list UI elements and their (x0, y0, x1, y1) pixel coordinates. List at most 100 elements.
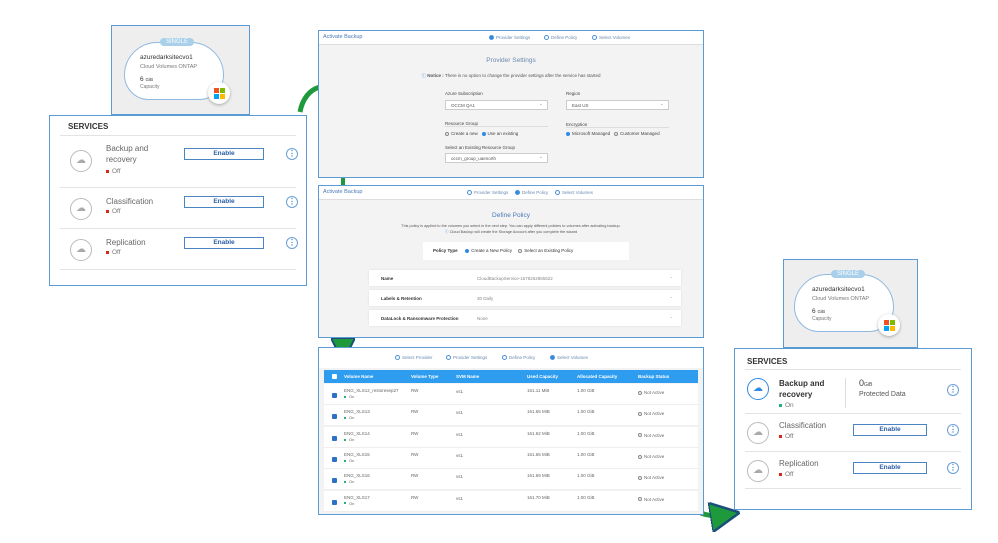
more-options-icon[interactable]: ⋮ (947, 384, 959, 396)
existing-policy-radio[interactable]: Select an Existing Policy (518, 248, 573, 253)
chevron-down-icon[interactable]: ⌄ (669, 294, 673, 300)
more-options-icon[interactable]: ⋮ (286, 148, 298, 160)
enable-button[interactable]: Enable (184, 148, 264, 160)
more-options-icon[interactable]: ⋮ (947, 424, 959, 436)
backup-status: Not Active (644, 390, 665, 395)
row-checkbox[interactable] (332, 456, 337, 462)
backup-status: Not Active (644, 475, 665, 481)
row-checkbox[interactable] (332, 435, 337, 441)
enable-button[interactable]: Enable (853, 462, 927, 474)
table-row[interactable]: ENG_XLS16 On RW vs1 161.69 MiB 1.00 GiB … (324, 469, 698, 491)
service-classification: ☁ Classification Off Enable ⋮ (745, 413, 961, 451)
single-badge: SINGLE (160, 38, 195, 46)
chevron-down-icon[interactable]: ⌄ (669, 314, 673, 320)
table-row[interactable]: ENG_XLS14 On RW vs1 161.62 MiB 1.00 GiB … (324, 426, 698, 448)
volume-type: RW (411, 473, 419, 479)
policy-accordion-row[interactable]: DataLock & Ransomware Protection None ⌄ (369, 310, 681, 326)
row-checkbox[interactable] (332, 393, 337, 398)
provider-settings-panel: Activate Backup Provider Settings Define… (318, 30, 704, 178)
volume-name: ENG_XLS12_restoresep27 (344, 388, 399, 393)
more-options-icon[interactable]: ⋮ (286, 237, 298, 249)
row-checkbox[interactable] (332, 499, 337, 505)
volume-name: ENG_XLS15 (344, 451, 370, 457)
backup-icon: ☁ (747, 378, 769, 400)
more-options-icon[interactable]: ⋮ (947, 462, 959, 474)
capacity-unit: GiB (817, 309, 825, 314)
table-row[interactable]: ENG_XLS17 On RW vs1 161.70 MiB 1.00 GiB … (324, 490, 698, 512)
service-backup-and-recovery: ☁ Backup and recovery On 0GiB Protected … (745, 369, 961, 413)
volume-type: RW (411, 430, 419, 436)
volume-state: On (349, 500, 355, 506)
volume-name: ENG_XLS13 (344, 409, 370, 415)
env-type: Cloud Volumes ONTAP (140, 64, 198, 70)
step-provider-settings[interactable]: Provider Settings (467, 190, 508, 196)
region-select[interactable]: East US (566, 100, 669, 110)
volume-state: On (349, 457, 355, 463)
page-title: Define Policy (492, 212, 530, 219)
enc-microsoft-radio[interactable]: Microsoft Managed (566, 131, 610, 136)
policy-accordion-row[interactable]: Name CloudBackupService-1678252865522 ⌄ (369, 270, 681, 286)
services-panel-before: SERVICES ☁ Backup and recovery Off Enabl… (49, 115, 307, 286)
select-volumes-panel: Select Provider Provider Settings Define P… (318, 347, 704, 515)
status-icon (638, 476, 642, 480)
enable-button[interactable]: Enable (184, 237, 264, 249)
step-select-volumes[interactable]: Select Volumes (550, 355, 588, 361)
enable-button[interactable]: Enable (184, 196, 264, 208)
step-provider-settings[interactable]: Provider Settings (489, 35, 530, 41)
step-select-volumes[interactable]: Select Volumes (592, 35, 630, 41)
enable-button[interactable]: Enable (853, 424, 927, 436)
subscription-select[interactable]: OCCM QA1 (445, 100, 548, 110)
capacity-label: Capacity (140, 84, 160, 90)
row-checkbox[interactable] (332, 414, 337, 420)
table-row[interactable]: ENG_XLS12_restoresep27 On RW vs1 161.11 … (324, 384, 698, 405)
step-select-volumes[interactable]: Select Volumes (555, 190, 593, 196)
column-header[interactable]: Allocated Capacity (577, 374, 617, 379)
step-provider-settings[interactable]: Provider Settings (446, 355, 487, 361)
table-row[interactable]: ENG_XLS15 On RW vs1 161.65 MiB 1.00 GiB … (324, 447, 698, 469)
working-environment-card[interactable]: SINGLE azuredarksitecvo1 Cloud Volumes O… (783, 259, 918, 348)
service-name: Replication (779, 459, 819, 468)
existing-rg-select[interactable]: occm_group_uaenorth (445, 153, 548, 163)
services-panel-after: SERVICES ☁ Backup and recovery On 0GiB P… (734, 348, 972, 510)
microsoft-azure-icon (878, 314, 900, 336)
column-header[interactable]: Volume Name (344, 374, 373, 379)
service-classification: ☁ Classification Off Enable ⋮ (60, 187, 298, 228)
services-title: SERVICES (747, 357, 788, 366)
more-options-icon[interactable]: ⋮ (286, 196, 298, 208)
step-define-policy[interactable]: Define Policy (515, 190, 548, 196)
resource-group-label: Resource Group (445, 121, 548, 127)
step-define-policy[interactable]: Define Policy (502, 355, 535, 361)
wizard-header: Activate Backup Provider Settings Define… (319, 31, 703, 45)
new-policy-radio[interactable]: Create a New Policy (465, 248, 512, 253)
working-environment-card[interactable]: SINGLE azuredarksitecvo1 Cloud Volumes O… (111, 25, 250, 115)
protected-unit: GiB (864, 382, 873, 388)
policy-accordion-row[interactable]: Labels & Retention 30 Daily ⌄ (369, 290, 681, 306)
step-select-provider[interactable]: Select Provider (395, 355, 433, 361)
column-header[interactable]: Backup Status (638, 374, 669, 379)
service-name: Classification (779, 421, 827, 430)
column-header[interactable]: SVM Name (456, 374, 479, 379)
column-header[interactable]: Used Capacity (527, 374, 558, 379)
wizard-title: Activate Backup (323, 34, 363, 40)
rg-existing-radio[interactable]: Use an existing (481, 131, 518, 136)
region-label: Region (566, 91, 581, 96)
row-checkbox[interactable] (332, 478, 337, 484)
used-capacity: 161.65 MiB (527, 409, 550, 415)
rg-create-radio[interactable]: Create a new (445, 131, 478, 136)
service-replication: ☁ Replication Off Enable ⋮ (745, 451, 961, 489)
policy-type-box: Policy Type Create a New Policy Select a… (423, 242, 629, 260)
service-replication: ☁ Replication Off Enable ⋮ (60, 228, 298, 270)
table-row[interactable]: ENG_XLS13 On RW vs1 161.65 MiB 1.00 GiB … (324, 405, 698, 427)
volume-state: On (349, 436, 355, 442)
step-define-policy[interactable]: Define Policy (544, 35, 577, 41)
volume-state: On (349, 415, 355, 421)
policy-row-value: CloudBackupService-1678252865522 (477, 276, 553, 281)
policy-info: Cloud Backup will create the Storage Acc… (449, 230, 578, 234)
existing-rg-label: Select an Existing Resource Group (445, 145, 516, 150)
column-header[interactable]: Volume Type (411, 374, 438, 379)
enc-customer-radio[interactable]: Customer Managed (614, 131, 660, 136)
select-all-checkbox[interactable] (332, 374, 337, 379)
volume-name: ENG_XLS17 (344, 494, 370, 500)
protected-label: Protected Data (859, 391, 906, 398)
chevron-down-icon[interactable]: ⌄ (669, 274, 673, 280)
